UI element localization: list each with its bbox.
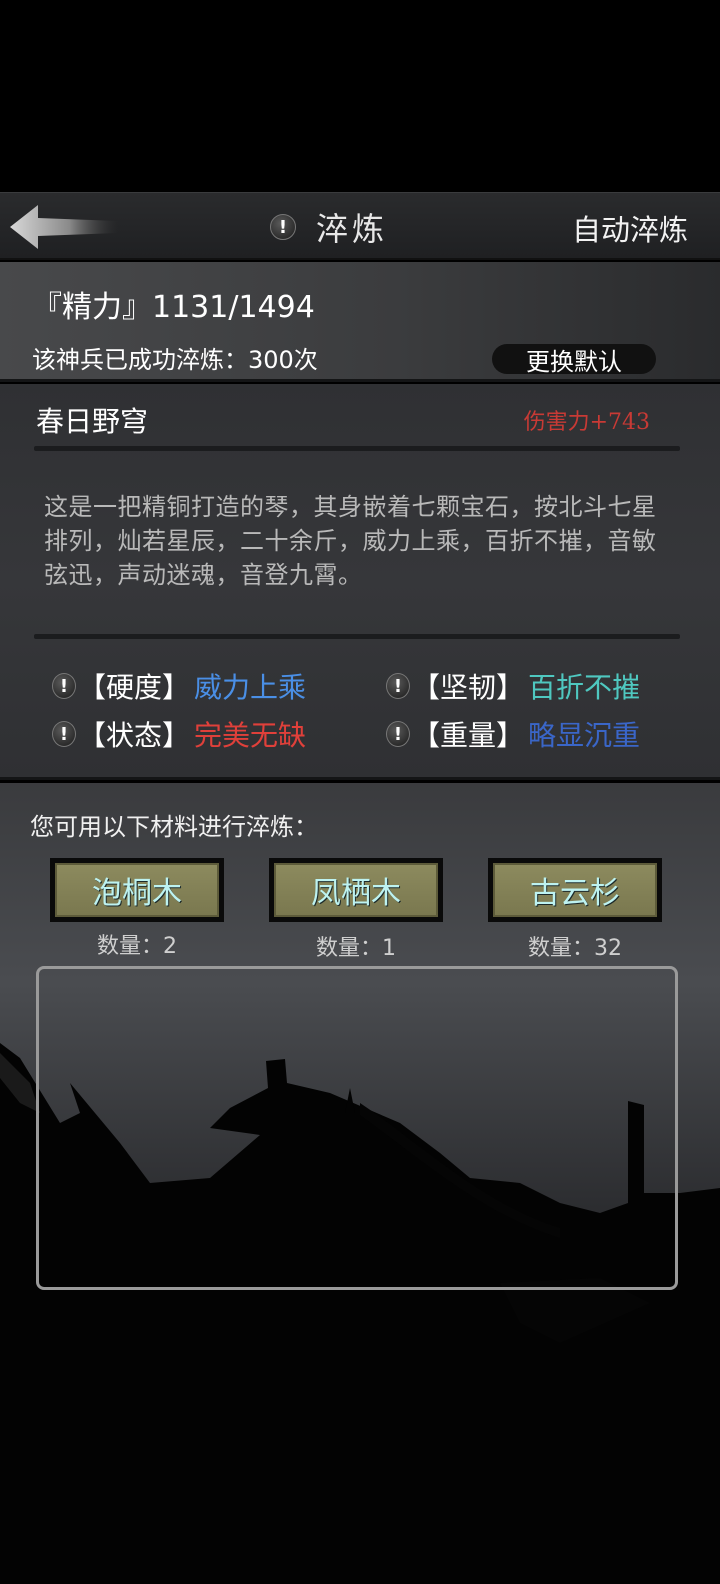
attribute-label: 【坚韧】 (412, 671, 525, 704)
damage-stat: 伤害力+743 (523, 410, 650, 435)
material-button-paotong[interactable]: 泡桐木 (50, 858, 224, 922)
title-group: ! 淬炼 (270, 203, 388, 251)
attribute-weight: ! 【重量】 略显沉重 (386, 714, 640, 754)
attribute-toughness: ! 【坚韧】 百折不摧 (386, 666, 640, 706)
change-default-button[interactable]: 更换默认 (492, 344, 656, 376)
info-icon[interactable]: ! (52, 673, 76, 699)
attribute-condition: ! 【状态】 完美无缺 (52, 714, 306, 754)
energy-readout: 『精力』1131/1494 (32, 290, 315, 325)
material-name: 古云杉 (493, 863, 657, 917)
materials-prompt: 您可用以下材料进行淬炼： (30, 813, 318, 841)
refine-count: 该神兵已成功淬炼：300次 (32, 346, 318, 374)
attribute-value: 百折不摧 (528, 671, 641, 704)
auto-refine-button[interactable]: 自动淬炼 (572, 207, 688, 249)
divider (34, 634, 680, 639)
info-icon[interactable]: ! (52, 721, 76, 747)
material-name: 泡桐木 (55, 863, 219, 917)
attribute-label: 【硬度】 (78, 671, 191, 704)
weapon-detail-panel: 春日野穹 伤害力+743 这是一把精铜打造的琴，其身嵌着七颗宝石，按北斗七星排列… (0, 384, 720, 780)
attribute-label: 【状态】 (78, 719, 191, 752)
material-name: 凤栖木 (274, 863, 438, 917)
info-icon[interactable]: ! (270, 214, 296, 240)
info-icon[interactable]: ! (386, 673, 410, 699)
material-quantity: 数量：2 (97, 934, 177, 959)
attribute-label: 【重量】 (412, 719, 525, 752)
weapon-name: 春日野穹 (36, 405, 149, 438)
material-slot-area[interactable] (36, 966, 678, 1290)
material-quantity: 数量：1 (316, 936, 396, 961)
material-quantity: 数量：32 (528, 936, 622, 961)
top-bar: ! 淬炼 自动淬炼 (0, 192, 720, 260)
material-button-fengqi[interactable]: 凤栖木 (269, 858, 443, 922)
materials-panel: 您可用以下材料进行淬炼： 泡桐木 数量：2 凤栖木 数量：1 古云杉 数量：32 (0, 783, 720, 1584)
divider (34, 446, 680, 451)
attribute-hardness: ! 【硬度】 威力上乘 (52, 666, 306, 706)
material-button-guyunshan[interactable]: 古云杉 (488, 858, 662, 922)
attribute-value: 完美无缺 (194, 719, 307, 752)
page-title: 淬炼 (316, 210, 389, 248)
info-icon[interactable]: ! (386, 721, 410, 747)
weapon-description: 这是一把精铜打造的琴，其身嵌着七颗宝石，按北斗七星排列，灿若星辰，二十余斤，威力… (44, 493, 657, 589)
back-arrow-icon[interactable] (8, 201, 120, 253)
attribute-value: 威力上乘 (194, 671, 307, 704)
attribute-value: 略显沉重 (528, 719, 641, 752)
stats-panel: 『精力』1131/1494 该神兵已成功淬炼：300次 更换默认 (0, 262, 720, 382)
